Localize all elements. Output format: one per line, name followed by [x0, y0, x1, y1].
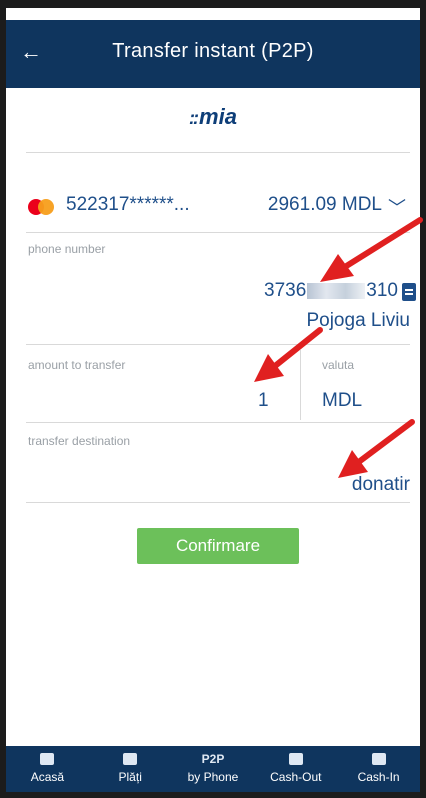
nav-home[interactable]: Acasă — [6, 746, 89, 792]
logo-dots: :: — [189, 108, 199, 128]
p2p-text-icon: P2P — [201, 752, 225, 766]
annotation-arrow-amount — [254, 327, 323, 382]
amount-input[interactable]: 1 — [258, 390, 269, 412]
bottom-navigation: Acasă Plăți P2P by Phone Cash-Out Cash-I… — [6, 746, 420, 792]
amount-label: amount to transfer — [28, 358, 126, 372]
confirm-button[interactable]: Confirmare — [137, 528, 299, 564]
nav-label: by Phone — [187, 770, 239, 784]
wallet-icon — [89, 750, 172, 768]
phone-number-label: phone number — [28, 242, 106, 256]
nav-p2p[interactable]: P2P by Phone — [172, 746, 255, 792]
destination-label: transfer destination — [28, 434, 131, 448]
currency-select[interactable]: MDL — [322, 390, 362, 412]
divider — [26, 152, 410, 153]
page-title: Transfer instant (P2P) — [112, 40, 314, 62]
nav-label: Cash-Out — [270, 770, 322, 784]
nav-cash-out[interactable]: Cash-Out — [254, 746, 337, 792]
annotation-arrow-destination — [338, 419, 415, 478]
cash-in-icon — [337, 750, 420, 768]
home-icon — [6, 750, 89, 768]
mastercard-icon — [28, 199, 56, 215]
nav-label: Cash-In — [357, 770, 400, 784]
divider — [26, 502, 410, 503]
nav-label: Acasă — [30, 770, 65, 784]
app-header: ← Transfer instant (P2P) — [6, 20, 420, 88]
divider — [26, 344, 410, 345]
mia-logo: ::mia — [0, 104, 426, 130]
cash-out-icon — [254, 750, 337, 768]
nav-payments[interactable]: Plăți — [89, 746, 172, 792]
nav-cash-in[interactable]: Cash-In — [337, 746, 420, 792]
nav-label: Plăți — [118, 770, 142, 784]
card-number: 522317******... — [66, 194, 190, 215]
logo-text: mia — [199, 104, 237, 129]
annotation-arrow-phone — [320, 217, 423, 282]
